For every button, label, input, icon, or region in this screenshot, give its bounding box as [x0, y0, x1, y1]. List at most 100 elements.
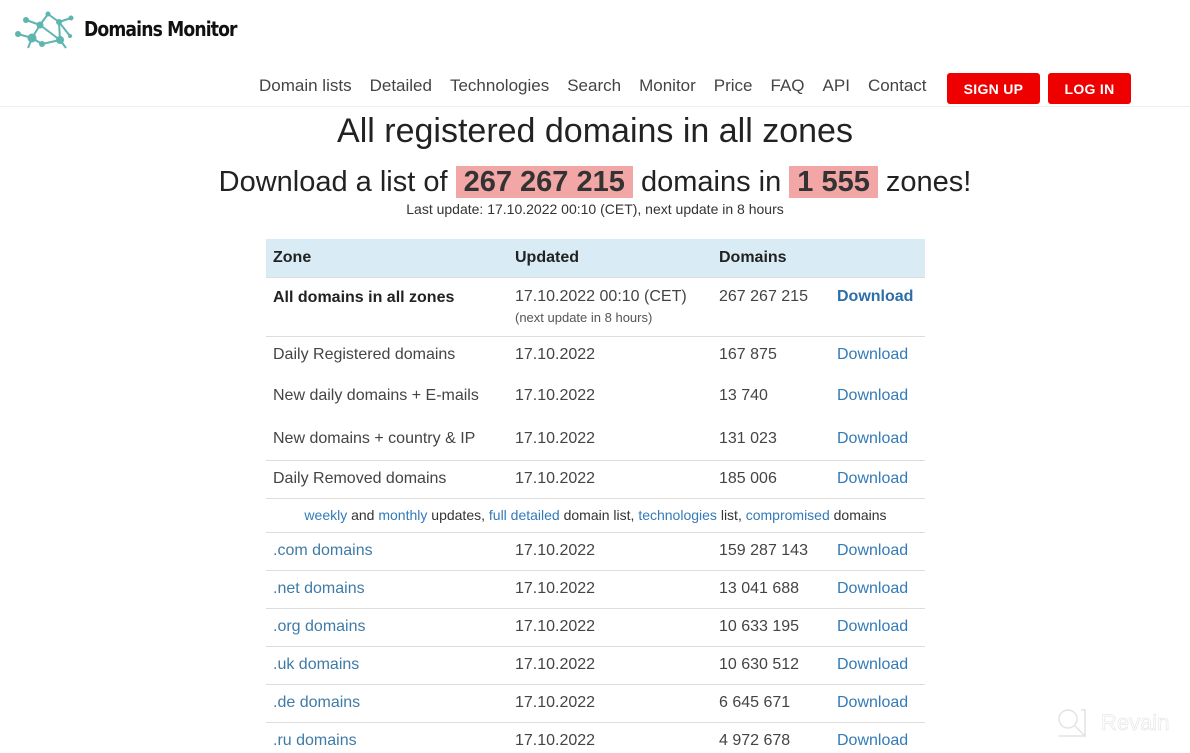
download-link[interactable]: Download — [837, 732, 908, 749]
updated-cell: 17.10.2022 — [508, 570, 712, 609]
zone-link[interactable]: .com domains — [273, 542, 373, 559]
full-detailed-link[interactable]: full detailed — [489, 507, 560, 523]
links-text-list: list, — [716, 507, 746, 523]
col-updated: Updated — [508, 239, 712, 278]
domains-cell: 6 645 671 — [712, 684, 830, 723]
domains-cell: 185 006 — [712, 460, 830, 499]
links-text-updates: updates, — [427, 507, 489, 523]
updated-value: 17.10.2022 00:10 (CET) — [515, 287, 687, 305]
technologies-link[interactable]: technologies — [638, 507, 717, 523]
download-link[interactable]: Download — [837, 580, 908, 597]
last-update-text: Last update: 17.10.2022 00:10 (CET), nex… — [406, 201, 784, 217]
domains-cell: 4 972 678 — [719, 732, 791, 750]
download-link[interactable]: Download — [837, 694, 908, 711]
nav-search[interactable]: Search — [567, 76, 621, 96]
updated-cell: 17.10.2022 — [508, 646, 712, 685]
download-link[interactable]: Download — [837, 656, 908, 673]
download-link[interactable]: Download — [837, 346, 908, 363]
updated-cell: 17.10.2022 — [508, 684, 712, 723]
zone-link[interactable]: .net domains — [273, 580, 365, 597]
nav-faq[interactable]: FAQ — [771, 76, 805, 96]
table-row: New domains + country & IP 17.10.2022 13… — [266, 418, 925, 461]
domains-cell: 10 630 512 — [712, 646, 830, 685]
table-row: .de domains 17.10.2022 6 645 671 Downloa… — [266, 684, 925, 723]
domains-cell: 13 041 688 — [712, 570, 830, 609]
download-link[interactable]: Download — [837, 470, 908, 487]
table-row: .uk domains 17.10.2022 10 630 512 Downlo… — [266, 646, 925, 685]
zone-cell: Daily Removed domains — [266, 460, 508, 499]
nav-technologies[interactable]: Technologies — [450, 76, 549, 96]
table-row: .net domains 17.10.2022 13 041 688 Downl… — [266, 570, 925, 609]
sign-up-button[interactable]: SIGN UP — [947, 73, 1040, 104]
updated-cell: 17.10.2022 — [508, 608, 712, 647]
total-domains-badge: 267 267 215 — [455, 166, 633, 198]
table-row: New daily domains + E-mails 17.10.2022 1… — [266, 374, 925, 418]
nav-monitor[interactable]: Monitor — [639, 76, 696, 96]
main-nav: Domain lists Detailed Technologies Searc… — [250, 76, 936, 96]
updated-cell: 17.10.2022 — [515, 346, 596, 364]
domains-cell: 10 633 195 — [712, 608, 830, 647]
download-link[interactable]: Download — [837, 288, 913, 305]
links-text-and: and — [347, 507, 379, 523]
page-title: All registered domains in all zones — [337, 112, 853, 150]
total-zones-badge: 1 555 — [789, 166, 878, 198]
zone-link[interactable]: .ru domains — [273, 732, 357, 749]
zone-cell: New daily domains + E-mails — [273, 387, 479, 404]
zone-cell: New domains + country & IP — [266, 418, 508, 461]
col-zone: Zone — [266, 239, 508, 278]
table-row: Daily Removed domains 17.10.2022 185 006… — [266, 460, 925, 499]
links-text-domain-list: domain list, — [559, 507, 639, 523]
subtitle-prefix: Download a list of — [218, 166, 448, 198]
subtitle-suffix: zones! — [885, 166, 972, 198]
monthly-link[interactable]: monthly — [378, 507, 427, 523]
download-link[interactable]: Download — [837, 542, 908, 559]
revain-logo-icon — [1058, 709, 1086, 738]
logo-text: Domains Monitor — [84, 17, 238, 41]
table-row: .org domains 17.10.2022 10 633 195 Downl… — [266, 608, 925, 647]
revain-text: Revain — [1101, 710, 1170, 736]
nav-price[interactable]: Price — [714, 76, 753, 96]
zone-cell: All domains in all zones — [266, 277, 508, 337]
table-row: .com domains 17.10.2022 159 287 143 Down… — [266, 532, 925, 571]
network-logo-icon — [15, 11, 74, 49]
col-domains: Domains — [712, 239, 830, 278]
weekly-link[interactable]: weekly — [304, 507, 347, 523]
domains-cell: 159 287 143 — [712, 532, 830, 571]
subtitle-middle: domains in — [640, 166, 782, 198]
download-link[interactable]: Download — [837, 430, 908, 447]
compromised-link[interactable]: compromised — [746, 507, 830, 523]
domains-cell: 13 740 — [719, 387, 768, 404]
download-link[interactable]: Download — [837, 618, 908, 635]
links-text-domains: domains — [829, 507, 887, 523]
table-row: Daily Registered domains 17.10.2022 167 … — [266, 336, 925, 374]
domains-table: Zone Updated Domains All domains in all … — [266, 239, 925, 753]
updated-cell: 17.10.2022 — [515, 387, 596, 404]
col-action — [830, 239, 925, 278]
domains-cell: 131 023 — [712, 418, 830, 461]
domains-cell: 167 875 — [719, 346, 777, 364]
zone-link[interactable]: .org domains — [273, 618, 366, 635]
updated-cell: 17.10.2022 — [508, 532, 712, 571]
zone-link[interactable]: .uk domains — [273, 656, 359, 673]
top-bar: Domains Monitor Domain lists Detailed Te… — [0, 0, 1190, 107]
updated-cell: 17.10.2022 — [508, 418, 712, 461]
zone-link[interactable]: .de domains — [273, 694, 360, 711]
table-row: .ru domains 17.10.2022 4 972 678 Downloa… — [266, 722, 925, 753]
updated-note: (next update in 8 hours) — [515, 309, 653, 325]
featured-row: All domains in all zones 17.10.2022 00:1… — [266, 277, 925, 337]
domains-cell: 267 267 215 — [712, 277, 830, 337]
logo[interactable]: Domains Monitor — [12, 8, 262, 50]
updated-cell: 17.10.2022 — [515, 732, 596, 750]
zone-cell: Daily Registered domains — [273, 346, 456, 364]
log-in-button[interactable]: LOG IN — [1048, 73, 1131, 104]
updated-cell: 17.10.2022 00:10 (CET) (next update in 8… — [508, 277, 712, 337]
nav-detailed[interactable]: Detailed — [370, 76, 432, 96]
nav-api[interactable]: API — [823, 76, 850, 96]
download-link[interactable]: Download — [837, 387, 908, 404]
more-links-row: weekly and monthly updates, full detaile… — [266, 498, 925, 533]
hero-subtitle: Download a list of 267 267 215 domains i… — [0, 166, 1190, 199]
table-header-row: Zone Updated Domains — [266, 239, 925, 278]
nav-contact[interactable]: Contact — [868, 76, 927, 96]
nav-domain-lists[interactable]: Domain lists — [259, 76, 352, 96]
revain-watermark: Revain — [1055, 706, 1170, 740]
